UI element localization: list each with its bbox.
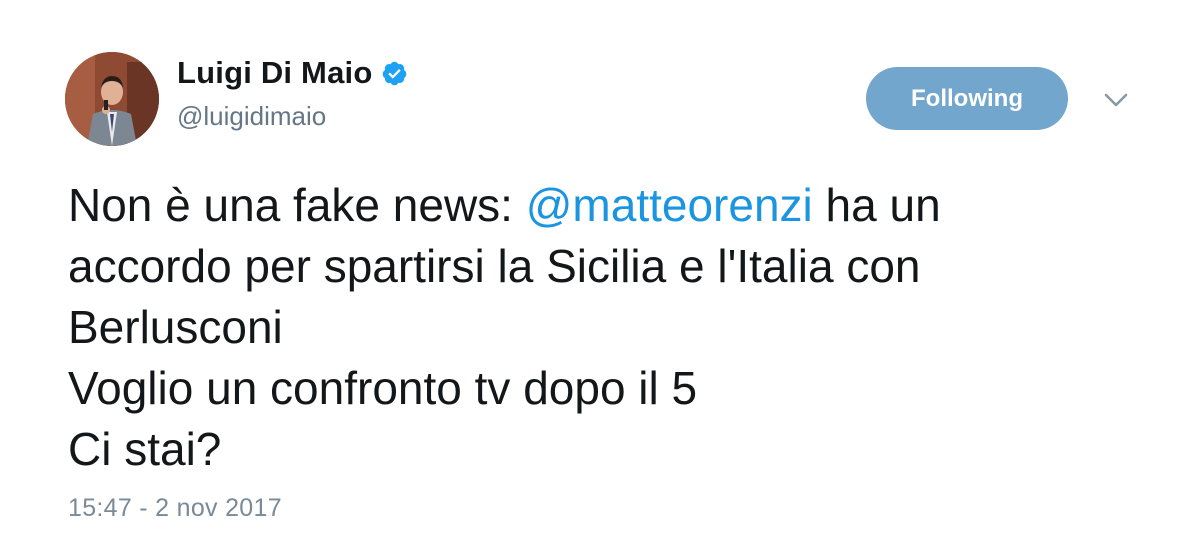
author-handle[interactable]: @luigidimaio — [177, 101, 326, 132]
mention-link[interactable]: @matteorenzi — [526, 179, 813, 231]
chevron-down-icon[interactable] — [1101, 86, 1131, 114]
author-display-name[interactable]: Luigi Di Maio — [177, 55, 372, 91]
tweet-card: Luigi Di Maio @luigidimaio Following Non… — [0, 0, 1200, 553]
avatar-image — [65, 52, 159, 146]
tweet-line-4: Voglio un confronto tv dopo il 5 — [68, 362, 698, 414]
tweet-text-segment: ha un — [812, 179, 941, 231]
tweet-line-1: Non è una fake news: @matteorenzi ha un — [68, 175, 1168, 236]
tweet-line-2: accordo per spartirsi la Sicilia e l'Ita… — [68, 240, 921, 292]
tweet-line-3: Berlusconi — [68, 301, 283, 353]
verified-badge-icon — [381, 60, 408, 87]
author-name-row: Luigi Di Maio — [177, 55, 408, 91]
tweet-line-5: Ci stai? — [68, 423, 222, 475]
tweet-text: Non è una fake news: @matteorenzi ha un … — [68, 175, 1168, 480]
tweet-text-segment: Non è una fake news: — [68, 179, 526, 231]
avatar[interactable] — [65, 52, 159, 146]
following-button[interactable]: Following — [866, 67, 1068, 130]
tweet-timestamp[interactable]: 15:47 - 2 nov 2017 — [68, 494, 282, 523]
